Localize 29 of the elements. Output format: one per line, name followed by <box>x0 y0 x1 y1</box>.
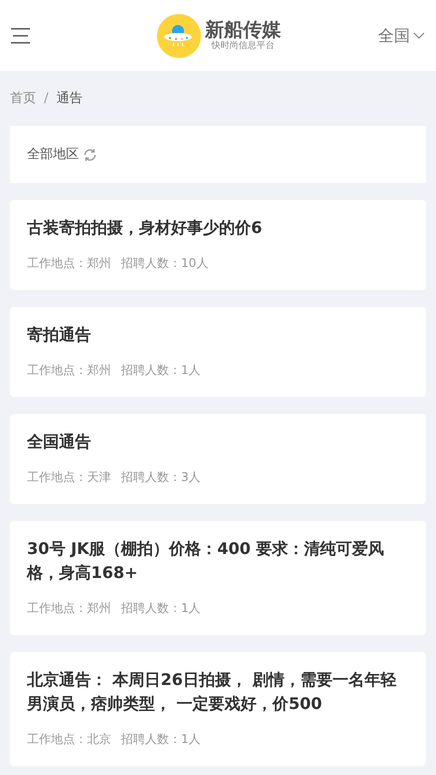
work-location: 工作地点：郑州 <box>27 255 111 272</box>
region-filter[interactable]: 全部地区 <box>27 144 79 164</box>
chevron-down-icon <box>413 32 425 39</box>
notice-card[interactable]: 古装寄拍拍摄，身材好事少的价6 工作地点：郑州 招聘人数：10人 <box>10 200 426 290</box>
headcount: 招聘人数：1人 <box>121 600 201 617</box>
headcount: 招聘人数：1人 <box>121 362 201 379</box>
notice-title: 寄拍通告 <box>27 324 92 346</box>
notice-card[interactable]: 北京通告： 本周日26日拍摄， 剧情，需要一名年轻男演员，痞帅类型， 一定要戏好，价500 工作地点：北京 招聘人数：1人 <box>10 652 426 766</box>
headcount: 招聘人数：1人 <box>121 731 201 748</box>
work-location: 工作地点：天津 <box>27 469 111 486</box>
work-location: 工作地点：郑州 <box>27 600 111 617</box>
notice-title: 30号 JK服（棚拍）价格：400 要求：清纯可爱风格，身高168+ <box>27 538 386 584</box>
headcount: 招聘人数：10人 <box>121 255 208 272</box>
headcount: 招聘人数：3人 <box>121 469 201 486</box>
notice-card[interactable]: 全国通告 工作地点：天津 招聘人数：3人 <box>10 414 426 504</box>
ufo-logo-icon <box>157 14 201 58</box>
work-location: 工作地点：北京 <box>27 731 111 748</box>
menu-icon[interactable] <box>11 28 30 44</box>
work-location: 工作地点：郑州 <box>27 362 111 379</box>
refresh-icon[interactable] <box>83 148 97 162</box>
notice-title: 全国通告 <box>27 431 92 453</box>
region-selector[interactable]: 全国 <box>378 24 425 48</box>
breadcrumb-separator: / <box>44 90 48 108</box>
notice-title: 北京通告： 本周日26日拍摄， 剧情，需要一名年轻男演员，痞帅类型， 一定要戏好，价500 <box>27 669 398 715</box>
brand-slogan: 快时尚信息平台 <box>212 41 274 52</box>
notice-card[interactable]: 30号 JK服（棚拍）价格：400 要求：清纯可爱风格，身高168+ 工作地点：郑州 招聘人数：1人 <box>10 521 426 635</box>
notice-card[interactable]: 寄拍通告 工作地点：郑州 招聘人数：1人 <box>10 307 426 397</box>
notice-title: 古装寄拍拍摄，身材好事少的价6 <box>27 217 264 239</box>
brand-name: 新船传媒 <box>205 19 281 41</box>
